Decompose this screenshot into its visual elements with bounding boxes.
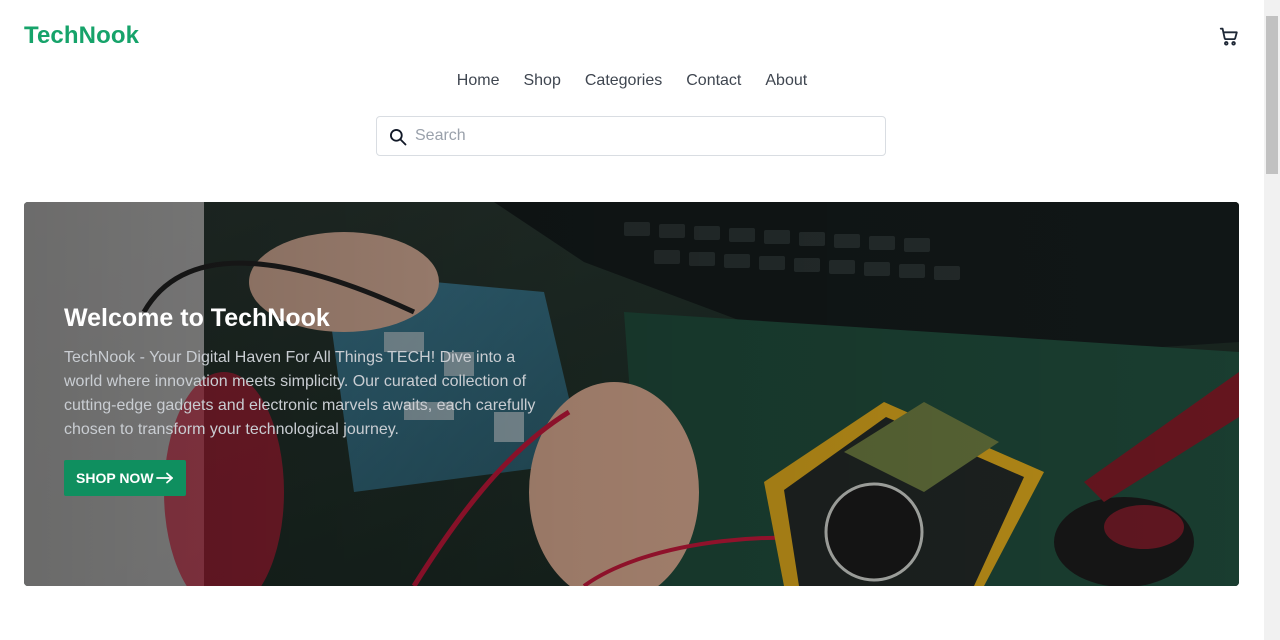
nav-shop[interactable]: Shop	[523, 70, 560, 92]
nav-home[interactable]: Home	[457, 70, 500, 92]
hero-banner: Welcome to TechNook TechNook - Your Digi…	[24, 202, 1239, 586]
nav-about[interactable]: About	[765, 70, 807, 92]
brand-logo[interactable]: TechNook	[24, 22, 139, 50]
arrow-right-icon	[155, 472, 173, 484]
shop-now-label: SHOP NOW	[76, 470, 154, 486]
search-bar	[376, 116, 886, 156]
shop-now-button[interactable]: SHOP NOW	[64, 460, 186, 496]
page: TechNook Home Shop Categories Contact Ab…	[0, 0, 1280, 640]
hero-title: Welcome to TechNook	[64, 304, 330, 332]
main-nav: Home Shop Categories Contact About	[0, 70, 1264, 92]
cart-icon[interactable]	[1218, 25, 1240, 47]
scrollbar-thumb[interactable]	[1266, 16, 1278, 174]
hero-content: Welcome to TechNook TechNook - Your Digi…	[64, 302, 564, 496]
search-icon	[390, 129, 407, 146]
page-scrollbar[interactable]	[1264, 0, 1280, 640]
hero-description: TechNook - Your Digital Haven For All Th…	[64, 349, 536, 438]
nav-contact[interactable]: Contact	[686, 70, 741, 92]
nav-categories[interactable]: Categories	[585, 70, 662, 92]
search-input[interactable]	[415, 117, 875, 155]
site-header: TechNook Home Shop Categories Contact Ab…	[0, 0, 1264, 180]
